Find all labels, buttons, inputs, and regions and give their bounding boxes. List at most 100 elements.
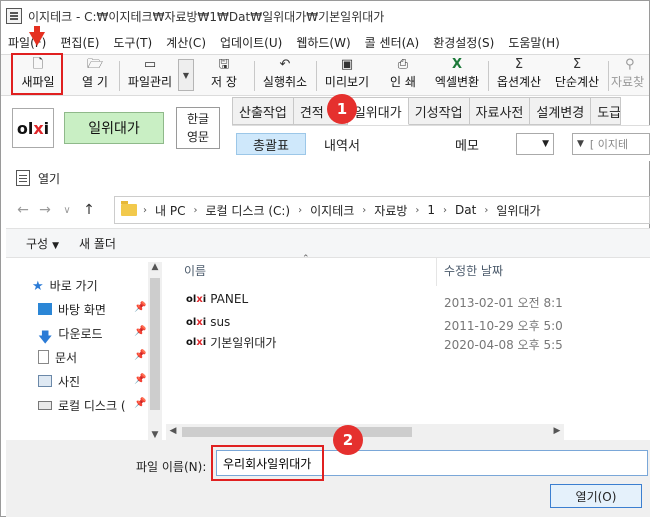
breadcrumb-this-pc[interactable]: 내 PC bbox=[155, 202, 185, 219]
file-manage-button[interactable]: ▭ 파일관리 bbox=[121, 57, 179, 93]
step-2-badge: 2 bbox=[333, 425, 363, 455]
preview-button[interactable]: ▣ 미리보기 bbox=[319, 57, 375, 93]
up-icon[interactable]: ↑ bbox=[78, 202, 100, 218]
back-icon[interactable]: ← bbox=[12, 202, 34, 218]
pin-icon[interactable]: 📌 bbox=[134, 374, 146, 385]
toolbar-separator bbox=[488, 61, 489, 91]
breadcrumb-local-disk[interactable]: 로컬 디스크 (C:) bbox=[205, 202, 290, 219]
toolbar: 🗋 새파일 🗁 열 기 ▭ 파일관리 ▼ 🖫 저 장 ↶ 실행취소 ▣ 미리보기… bbox=[1, 54, 649, 96]
column-header-name[interactable]: 이름 bbox=[184, 262, 206, 279]
open-button[interactable]: 열기(O) bbox=[550, 484, 642, 508]
chevron-right-icon: › bbox=[193, 204, 198, 216]
scroll-right-icon[interactable]: ▶ bbox=[550, 426, 564, 436]
excel-export-button[interactable]: X 엑셀변환 bbox=[429, 57, 485, 93]
file-row-panel[interactable]: olxi PANEL bbox=[186, 292, 248, 306]
tab-contract[interactable]: 도급 bbox=[591, 97, 622, 125]
menu-help[interactable]: 도움말(H) bbox=[501, 34, 567, 51]
tab-calculation[interactable]: 산출작업 bbox=[232, 97, 294, 125]
print-button[interactable]: ⎙ 인 쇄 bbox=[381, 57, 425, 93]
nav-downloads[interactable]: 🡇 다운로드 bbox=[38, 322, 103, 347]
language-toggle[interactable]: 한글 영문 bbox=[176, 107, 220, 149]
toolbar-separator bbox=[254, 61, 255, 91]
file-manage-dropdown[interactable]: ▼ bbox=[178, 59, 194, 91]
pin-icon[interactable]: 📌 bbox=[134, 350, 146, 361]
open-dialog-titlebar: 열기 bbox=[6, 164, 650, 192]
nav-desktop[interactable]: 바탕 화면 bbox=[38, 298, 106, 320]
file-list: ⌃ 이름 수정한 날짜 olxi PANEL 2013-02-01 오전 8:1… bbox=[166, 254, 650, 440]
scroll-left-icon[interactable]: ◀ bbox=[166, 426, 180, 436]
chevron-right-icon: › bbox=[362, 204, 367, 216]
breadcrumb-unit-cost[interactable]: 일위대가 bbox=[496, 202, 540, 219]
open-dialog-title: 열기 bbox=[38, 171, 61, 186]
scroll-thumb[interactable] bbox=[150, 278, 160, 410]
subtab-memo[interactable]: 메모 bbox=[442, 133, 492, 155]
file-horizontal-scrollbar[interactable]: ◀ ▶ bbox=[166, 424, 564, 440]
menu-update[interactable]: 업데이트(U) bbox=[213, 34, 289, 51]
breadcrumb-data-room[interactable]: 자료방 bbox=[374, 202, 407, 219]
scroll-thumb[interactable] bbox=[182, 427, 412, 437]
tab-design-change[interactable]: 설계변경 bbox=[530, 97, 592, 125]
lang-english-label: 영문 bbox=[186, 130, 210, 144]
save-button[interactable]: 🖫 저 장 bbox=[201, 57, 247, 93]
menu-edit[interactable]: 편집(E) bbox=[53, 34, 106, 51]
pictures-icon bbox=[38, 375, 52, 387]
simple-calc-button[interactable]: Σ 단순계산 bbox=[549, 57, 605, 93]
organize-button[interactable]: 구성 ▼ bbox=[6, 235, 59, 252]
menu-settings[interactable]: 환경설정(S) bbox=[426, 34, 501, 51]
menu-calc[interactable]: 계산(C) bbox=[159, 34, 213, 51]
new-folder-button[interactable]: 새 폴더 bbox=[59, 235, 116, 252]
scroll-up-icon[interactable]: ▲ bbox=[148, 262, 162, 272]
filename-label: 파일 이름(N): bbox=[136, 460, 207, 474]
document-icon bbox=[38, 350, 49, 364]
folder-icon bbox=[121, 201, 137, 216]
nav-documents[interactable]: 문서 bbox=[38, 346, 77, 368]
menu-file[interactable]: 파일(F) bbox=[1, 34, 53, 51]
address-bar[interactable]: › 내 PC › 로컬 디스크 (C:) › 이지테크 › 자료방 › 1 › … bbox=[114, 196, 650, 224]
file-date: 2020-04-08 오후 5:5 bbox=[444, 338, 563, 352]
file-row-basic-unit-cost[interactable]: olxi 기본일위대가 bbox=[186, 334, 276, 351]
window-title: 이지테크 - C:₩이지테크₩자료방₩1₩Dat₩일위대가₩기본일위대가 bbox=[28, 9, 385, 24]
nav-quick-access[interactable]: ★ 바로 가기 bbox=[32, 274, 98, 296]
menu-webhard[interactable]: 웹하드(W) bbox=[289, 34, 357, 51]
drive-icon bbox=[38, 400, 52, 410]
breadcrumb-dat[interactable]: Dat bbox=[455, 203, 476, 217]
breadcrumb-eztech[interactable]: 이지테크 bbox=[310, 202, 354, 219]
open-button[interactable]: 🗁 열 기 bbox=[75, 57, 115, 93]
pin-icon[interactable]: 📌 bbox=[134, 302, 146, 313]
chevron-down-icon: ▼ bbox=[542, 139, 549, 149]
app-icon bbox=[6, 8, 22, 24]
tab-unit-cost[interactable]: 일위대가 bbox=[347, 97, 409, 125]
search-combo[interactable]: ▼ [ 이지테 bbox=[572, 133, 650, 155]
nav-vertical-scrollbar[interactable]: ▲ ▼ bbox=[148, 262, 162, 440]
column-header-modified[interactable]: 수정한 날짜 bbox=[444, 262, 503, 279]
chevron-right-icon: › bbox=[484, 204, 489, 216]
unit-cost-mode-button[interactable]: 일위대가 bbox=[64, 112, 164, 144]
subtab-detail[interactable]: 내역서 bbox=[312, 133, 372, 155]
breadcrumb-1[interactable]: 1 bbox=[427, 203, 435, 217]
memo-dropdown[interactable]: ▼ bbox=[516, 133, 554, 155]
forward-icon[interactable]: → bbox=[34, 202, 56, 218]
chevron-down-icon: ▼ bbox=[52, 240, 60, 251]
navigation-pane: ★ 바로 가기 바탕 화면 🡇 다운로드 문서 사진 로컬 디스크 ( 📌 📌 … bbox=[6, 258, 164, 440]
sort-up-icon: ⌃ bbox=[302, 254, 310, 264]
sigma-icon: Σ bbox=[514, 57, 524, 72]
menu-tools[interactable]: 도구(T) bbox=[106, 34, 159, 51]
data-search-button[interactable]: ⚲ 자료찾 bbox=[611, 57, 649, 93]
option-calc-button[interactable]: Σ 옵션계산 bbox=[491, 57, 547, 93]
tab-progress[interactable]: 기성작업 bbox=[408, 97, 470, 125]
chevron-right-icon: › bbox=[298, 204, 303, 216]
tab-dictionary[interactable]: 자료사전 bbox=[469, 97, 531, 125]
subtab-summary[interactable]: 총괄표 bbox=[236, 133, 306, 155]
chevron-down-icon[interactable]: ∨ bbox=[56, 205, 78, 216]
pin-icon[interactable]: 📌 bbox=[134, 326, 146, 337]
file-row-sus[interactable]: olxi sus bbox=[186, 315, 230, 329]
nav-pictures[interactable]: 사진 bbox=[38, 370, 80, 392]
sub-toolbar: 총괄표 내역서 메모 ▼ ▼ [ 이지테 bbox=[232, 125, 650, 161]
scroll-down-icon[interactable]: ▼ bbox=[148, 430, 162, 440]
undo-button[interactable]: ↶ 실행취소 bbox=[257, 57, 313, 93]
highlight-new-file bbox=[11, 53, 63, 95]
pin-icon[interactable]: 📌 bbox=[134, 398, 146, 409]
menu-callcenter[interactable]: 콜 센터(A) bbox=[358, 34, 427, 51]
undo-icon: ↶ bbox=[279, 57, 291, 72]
nav-local-disk[interactable]: 로컬 디스크 ( bbox=[38, 394, 126, 416]
